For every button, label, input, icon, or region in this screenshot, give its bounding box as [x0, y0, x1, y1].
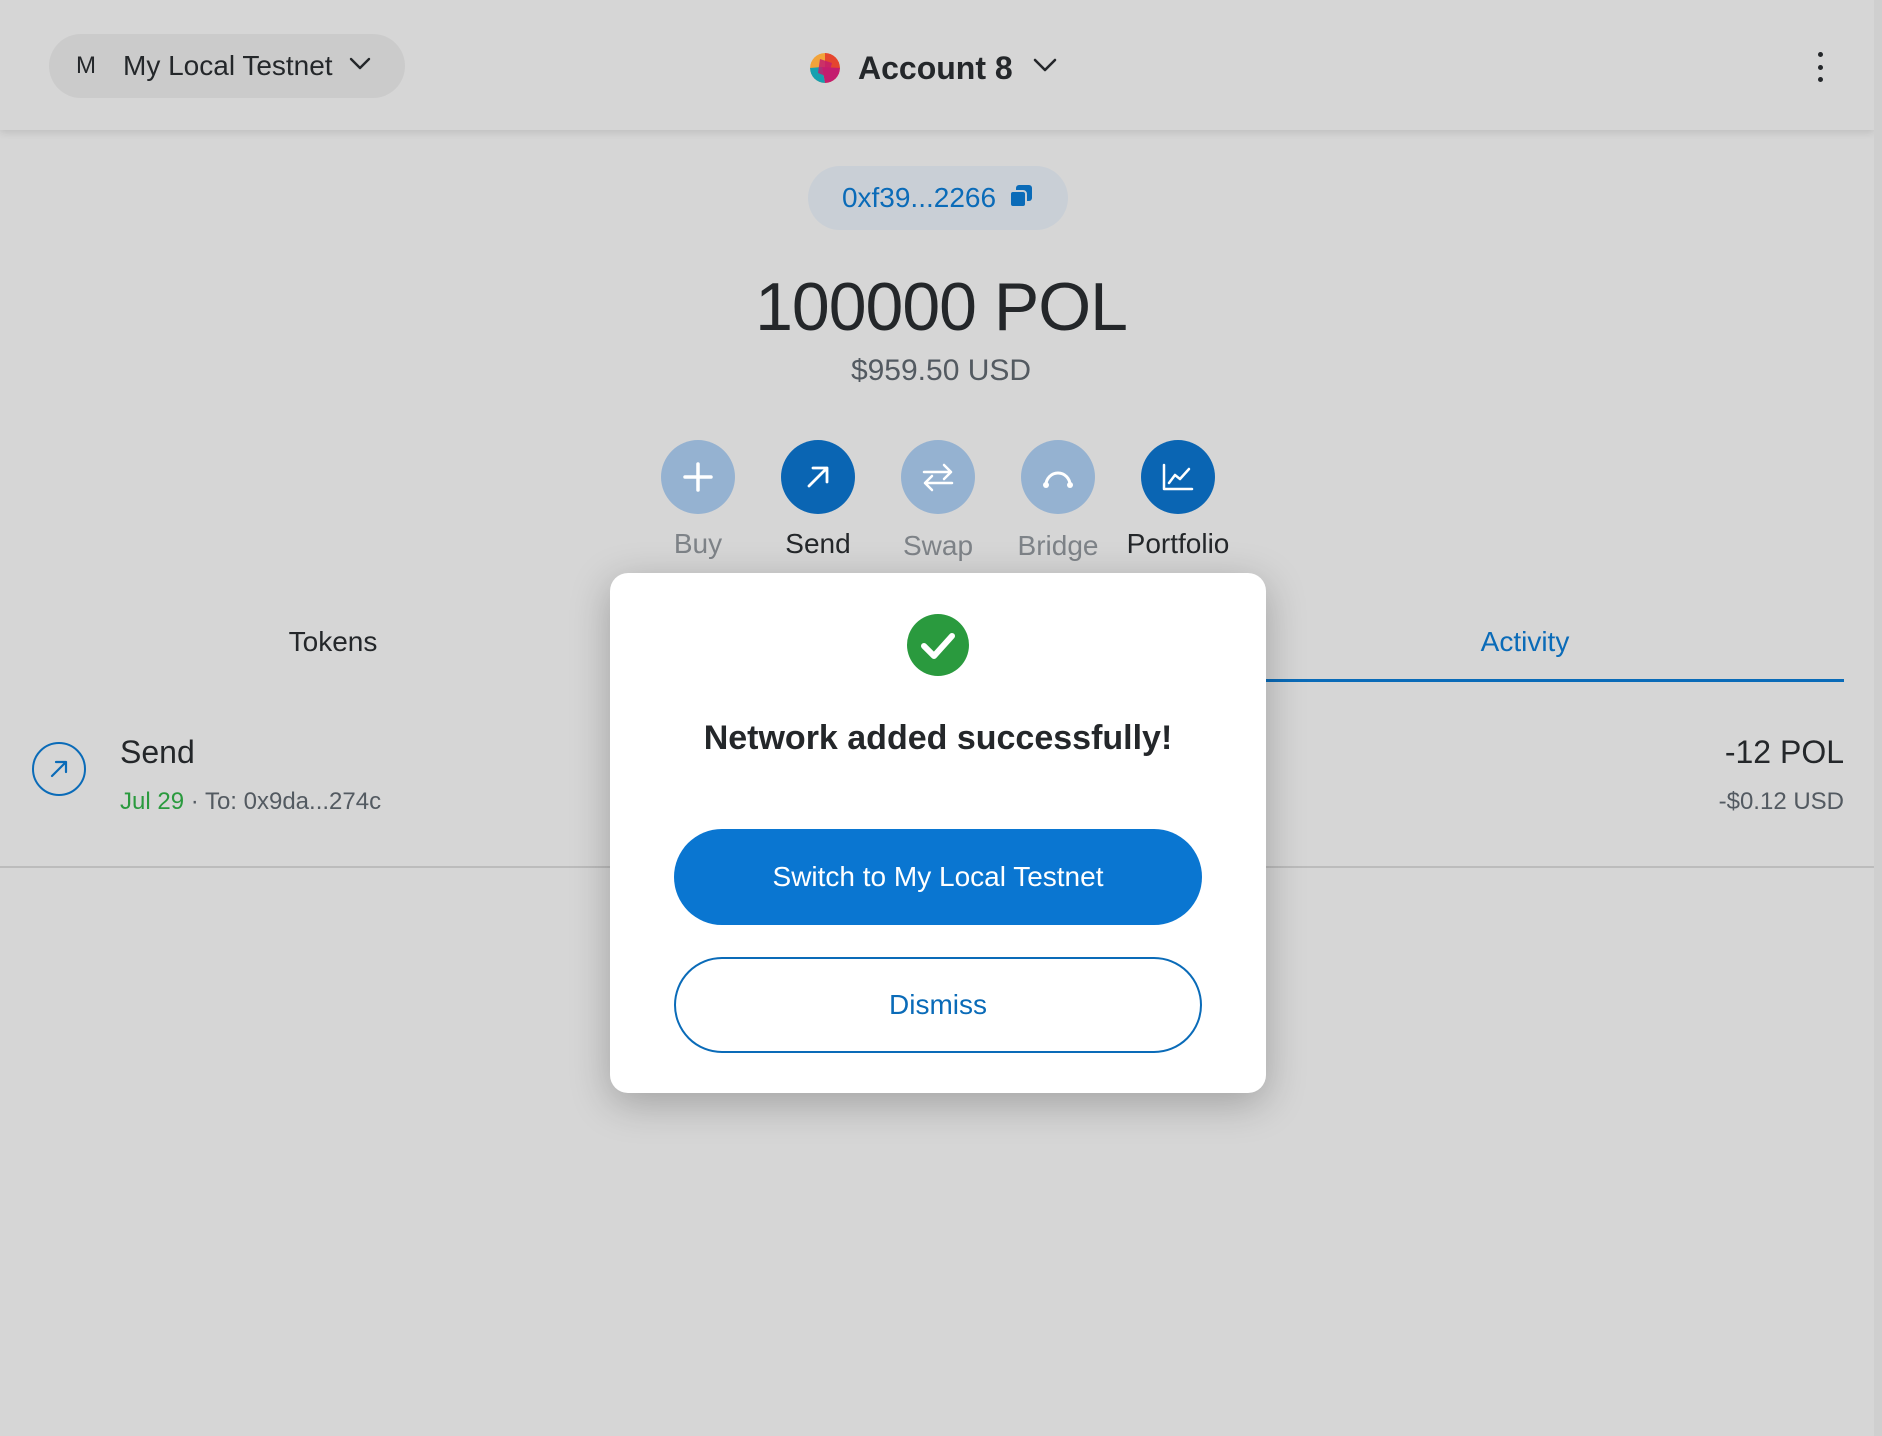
wallet-app: M My Local Testnet Account 8 0xf39...226… — [0, 0, 1882, 1436]
bridge-icon — [1021, 440, 1095, 514]
portfolio-button[interactable]: Portfolio — [1118, 440, 1238, 560]
bridge-button[interactable]: Bridge — [998, 440, 1118, 562]
arrow-up-right-icon — [781, 440, 855, 514]
kebab-menu-icon[interactable] — [1814, 52, 1826, 82]
plus-icon — [661, 440, 735, 514]
portfolio-label: Portfolio — [1126, 528, 1230, 559]
swap-button[interactable]: Swap — [878, 440, 998, 562]
check-circle-icon — [906, 613, 970, 677]
active-tab-indicator — [1264, 679, 1844, 682]
buy-button[interactable]: Buy — [638, 440, 758, 560]
chevron-down-icon — [1033, 58, 1057, 78]
swap-label: Swap — [902, 530, 974, 561]
network-avatar: M — [76, 52, 96, 79]
account-picker[interactable]: Account 8 — [810, 40, 1057, 96]
modal-title: Network added successfully! — [703, 719, 1173, 757]
account-name: Account 8 — [858, 49, 1013, 86]
send-button[interactable]: Send — [758, 440, 878, 560]
address-copy-button[interactable]: 0xf39...2266 — [808, 166, 1068, 230]
transaction-recipient: To: 0x9da...274c — [204, 788, 382, 815]
transaction-title: Send — [120, 734, 195, 770]
transaction-date: Jul 29 — [120, 788, 185, 815]
detail-separator: · — [190, 788, 199, 815]
account-address: 0xf39...2266 — [841, 182, 997, 213]
network-name: My Local Testnet — [123, 50, 333, 81]
scrollbar[interactable] — [1874, 0, 1882, 1436]
app-header: M My Local Testnet Account 8 — [0, 0, 1874, 130]
fiat-balance: $959.50 USD — [850, 354, 1032, 387]
switch-network-button[interactable]: Switch to My Local Testnet — [674, 829, 1202, 925]
transaction-details: Jul 29 · To: 0x9da...274c — [120, 788, 381, 816]
account-avatar-icon — [810, 53, 840, 83]
transaction-fiat: -$0.12 USD — [1718, 788, 1844, 815]
network-added-modal: Network added successfully! Switch to My… — [610, 573, 1266, 1093]
copy-icon — [1008, 183, 1034, 214]
chevron-down-icon — [349, 57, 371, 76]
network-picker[interactable]: M My Local Testnet — [49, 34, 405, 98]
send-label: Send — [785, 528, 851, 559]
send-arrow-icon — [32, 742, 86, 796]
tab-tokens[interactable]: Tokens — [0, 626, 666, 658]
tab-activity[interactable]: Activity — [1206, 626, 1844, 658]
chart-icon — [1141, 440, 1215, 514]
swap-arrows-icon — [901, 440, 975, 514]
bridge-label: Bridge — [1017, 530, 1099, 561]
transaction-amount: -12 POL — [1724, 734, 1844, 770]
token-balance: 100000 POL — [755, 269, 1128, 345]
buy-label: Buy — [673, 528, 723, 559]
dismiss-button[interactable]: Dismiss — [674, 957, 1202, 1053]
